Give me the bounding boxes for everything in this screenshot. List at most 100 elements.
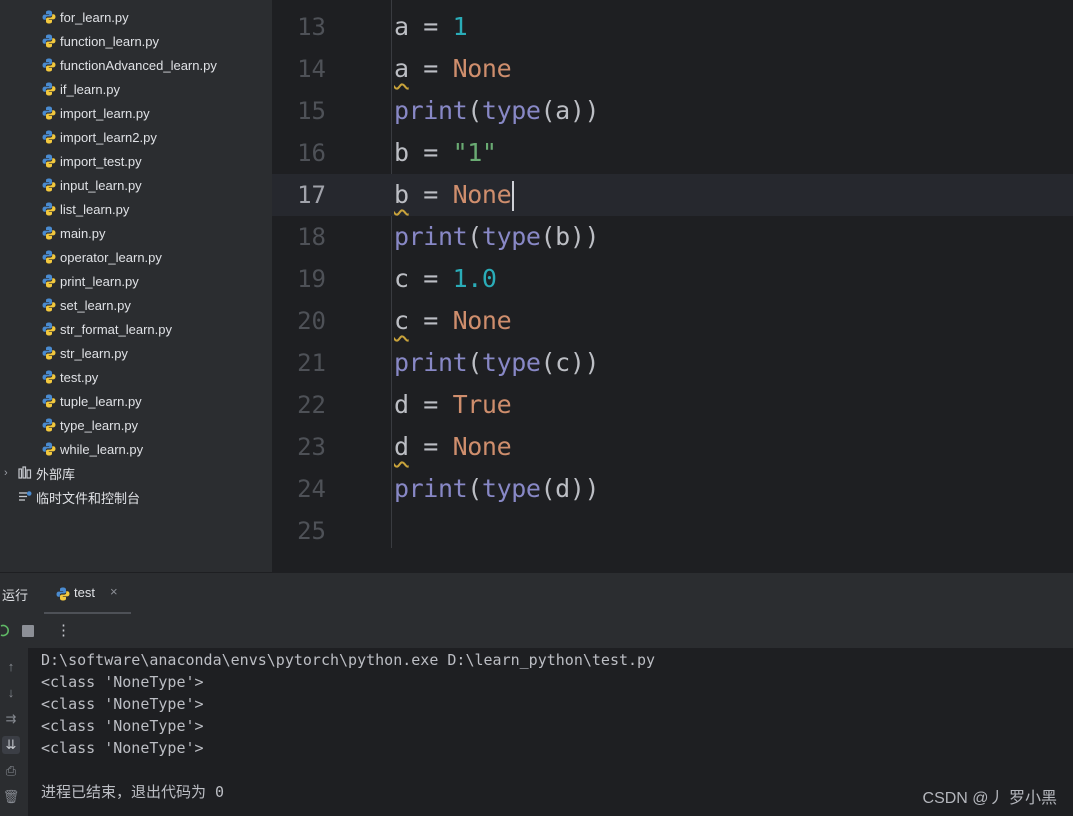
python-file-icon bbox=[42, 34, 56, 48]
tree-file-label: import_learn.py bbox=[60, 105, 150, 121]
code-token: b bbox=[394, 138, 409, 167]
code-token: None bbox=[452, 180, 512, 209]
code-text: print(type(c)) bbox=[394, 342, 600, 384]
code-line[interactable]: 19 c = 1.0 bbox=[272, 258, 1073, 300]
stop-icon[interactable] bbox=[22, 625, 34, 637]
tree-file-label: str_learn.py bbox=[60, 345, 128, 361]
tree-file-item[interactable]: functionAdvanced_learn.py bbox=[42, 53, 217, 77]
tree-file-label: test.py bbox=[60, 369, 99, 385]
python-file-icon bbox=[42, 394, 56, 408]
code-line[interactable]: 25 bbox=[272, 510, 1073, 552]
python-file-icon bbox=[42, 130, 56, 144]
tree-file-item[interactable]: if_learn.py bbox=[42, 77, 120, 101]
chevron-right-icon[interactable]: › bbox=[4, 467, 18, 479]
more-options-icon[interactable]: ⋮ bbox=[56, 621, 71, 639]
run-tab-test[interactable]: test × bbox=[44, 573, 131, 614]
code-line[interactable]: 16 b = "1" bbox=[272, 132, 1073, 174]
soft-wrap-icon[interactable]: ⇉ bbox=[2, 710, 20, 728]
scroll-down-icon[interactable]: ↓ bbox=[2, 684, 20, 702]
line-number: 25 bbox=[297, 517, 326, 545]
scroll-up-icon[interactable]: ↑ bbox=[2, 658, 20, 676]
python-file-icon bbox=[42, 370, 56, 384]
run-panel-title: 运行 bbox=[2, 588, 29, 603]
tree-file-item[interactable]: for_learn.py bbox=[42, 5, 129, 29]
tree-file-item[interactable]: operator_learn.py bbox=[42, 245, 162, 269]
code-token: ( bbox=[467, 348, 482, 377]
tree-file-item[interactable]: input_learn.py bbox=[42, 173, 142, 197]
python-file-icon bbox=[42, 10, 56, 24]
tree-file-item[interactable]: print_learn.py bbox=[42, 269, 139, 293]
current-code-line[interactable]: 17 b = None bbox=[272, 174, 1073, 216]
tree-file-item[interactable]: type_learn.py bbox=[42, 413, 138, 437]
code-text: print(type(d)) bbox=[394, 468, 600, 510]
tree-file-label: tuple_learn.py bbox=[60, 393, 142, 409]
tree-file-item[interactable]: import_test.py bbox=[42, 149, 142, 173]
code-line[interactable]: 23 d = None bbox=[272, 426, 1073, 468]
tree-file-item[interactable]: tuple_learn.py bbox=[42, 389, 142, 413]
console-line: <class 'NoneType'> bbox=[41, 739, 204, 757]
tree-file-item[interactable]: test.py bbox=[42, 365, 98, 389]
code-line[interactable]: 24 print(type(d)) bbox=[272, 468, 1073, 510]
trash-icon[interactable]: 🗑 bbox=[2, 788, 20, 806]
code-token: = bbox=[408, 306, 453, 335]
code-text: print(type(a)) bbox=[394, 90, 600, 132]
code-token: 1 bbox=[452, 12, 468, 41]
tree-file-label: list_learn.py bbox=[60, 201, 130, 217]
line-number: 21 bbox=[297, 349, 326, 377]
code-token: type bbox=[481, 96, 541, 125]
tree-file-item[interactable]: set_learn.py bbox=[42, 293, 131, 317]
python-file-icon bbox=[42, 250, 56, 264]
editor-footer bbox=[272, 548, 1073, 572]
console-line: 进程已结束，退出代码为 0 bbox=[41, 783, 225, 801]
console-output[interactable]: D:\software\anaconda\envs\pytorch\python… bbox=[28, 648, 1073, 816]
code-token: print bbox=[394, 96, 468, 125]
code-token: None bbox=[452, 306, 512, 335]
close-icon[interactable]: × bbox=[110, 584, 118, 599]
code-line[interactable]: 21 print(type(c)) bbox=[272, 342, 1073, 384]
tree-file-item[interactable]: str_learn.py bbox=[42, 341, 128, 365]
tree-scratches-and-consoles[interactable]: 临时文件和控制台 bbox=[4, 485, 140, 509]
line-number: 15 bbox=[297, 97, 326, 125]
python-file-icon bbox=[42, 274, 56, 288]
tree-file-item[interactable]: import_learn2.py bbox=[42, 125, 157, 149]
code-line[interactable]: 13 a = 1 bbox=[272, 6, 1073, 48]
tree-file-item[interactable]: str_format_learn.py bbox=[42, 317, 172, 341]
tree-file-item[interactable]: import_learn.py bbox=[42, 101, 150, 125]
code-token: (a)) bbox=[540, 96, 600, 125]
line-number: 14 bbox=[297, 55, 326, 83]
python-file-icon bbox=[42, 106, 56, 120]
tree-file-item[interactable]: function_learn.py bbox=[42, 29, 159, 53]
python-file-icon bbox=[42, 442, 56, 456]
code-token: 1.0 bbox=[452, 264, 497, 293]
tree-file-label: set_learn.py bbox=[60, 297, 131, 313]
scroll-to-end-icon[interactable]: ⇊ bbox=[2, 736, 20, 754]
code-line[interactable]: 22 d = True bbox=[272, 384, 1073, 426]
code-line[interactable]: 20 c = None bbox=[272, 300, 1073, 342]
code-token: b bbox=[394, 180, 409, 209]
tree-file-item[interactable]: main.py bbox=[42, 221, 106, 245]
rerun-icon[interactable] bbox=[0, 624, 10, 638]
tree-file-label: operator_learn.py bbox=[60, 249, 162, 265]
tree-file-item[interactable]: list_learn.py bbox=[42, 197, 129, 221]
code-line[interactable]: 18 print(type(b)) bbox=[272, 216, 1073, 258]
code-token: d bbox=[394, 390, 409, 419]
code-editor[interactable]: 13 a = 1 14 a = None 15 print(type(a)) 16 b = "… bbox=[272, 0, 1073, 572]
tree-file-label: function_learn.py bbox=[60, 33, 160, 49]
code-text: a = None bbox=[394, 48, 512, 90]
print-icon[interactable]: ⎙ bbox=[2, 762, 20, 780]
tree-file-item[interactable]: while_learn.py bbox=[42, 437, 143, 461]
code-line[interactable]: 15 print(type(a)) bbox=[272, 90, 1073, 132]
tree-file-label: main.py bbox=[60, 225, 106, 241]
console-line: D:\software\anaconda\envs\pytorch\python… bbox=[41, 651, 656, 669]
code-token: None bbox=[452, 54, 512, 83]
code-token: ( bbox=[467, 474, 482, 503]
tree-external-libraries[interactable]: › 外部库 bbox=[4, 461, 75, 485]
code-token: (b)) bbox=[540, 222, 600, 251]
code-token: c bbox=[394, 306, 409, 335]
run-toolbar: ⋮ bbox=[0, 614, 1073, 649]
project-tree: for_learn.py function_learn.py functionAdv… bbox=[0, 0, 272, 572]
tree-file-label: while_learn.py bbox=[60, 441, 144, 457]
code-line[interactable]: 14 a = None bbox=[272, 48, 1073, 90]
run-side-toolbar: ↑ ↓ ⇉ ⇊ ⎙ 🗑 bbox=[0, 648, 28, 816]
python-file-icon bbox=[42, 154, 56, 168]
